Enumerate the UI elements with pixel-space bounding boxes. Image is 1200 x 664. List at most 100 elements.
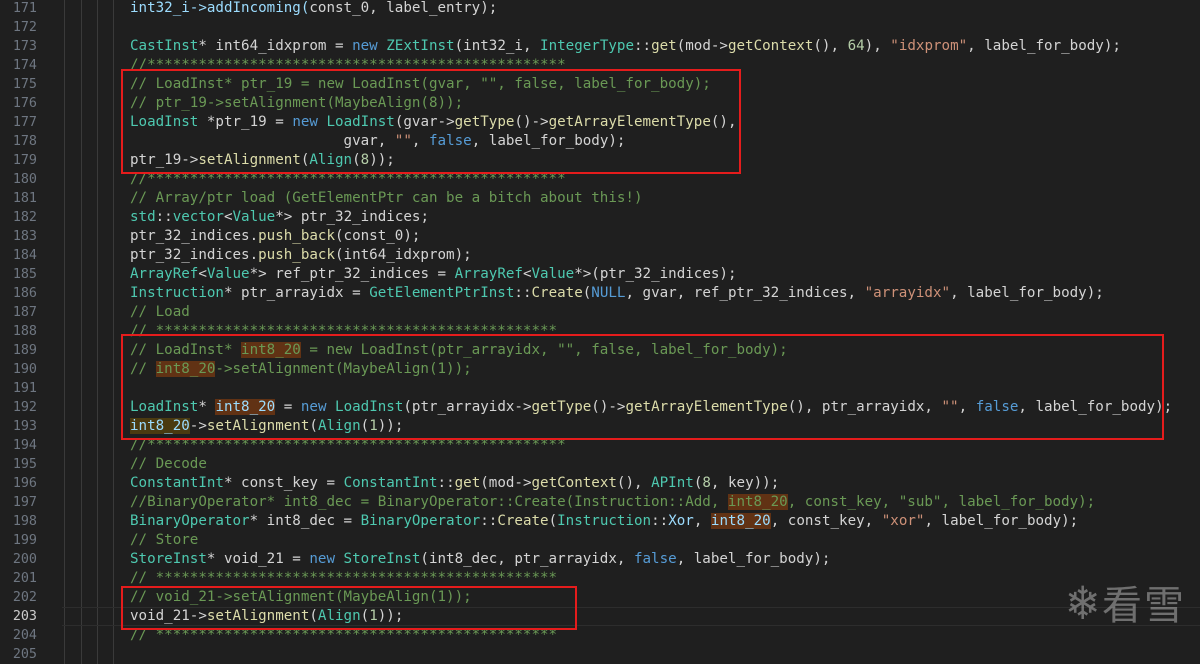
code-line[interactable]: 184 ptr_32_indices.push_back(int64_idxpro… bbox=[0, 246, 1200, 265]
indent-guide bbox=[97, 0, 98, 18]
code-line[interactable]: 175 // LoadInst* ptr_19 = new LoadInst(gv… bbox=[0, 75, 1200, 94]
code-token: false bbox=[633, 551, 677, 567]
line-number: 185 bbox=[12, 267, 37, 282]
code-token: ArrayRef bbox=[130, 266, 199, 282]
code-line[interactable]: 199 // Store bbox=[0, 531, 1200, 550]
code-line[interactable]: 195 // Decode bbox=[0, 455, 1200, 474]
indent-guide bbox=[97, 493, 98, 512]
line-number: 179 bbox=[12, 153, 37, 168]
indent-guide bbox=[97, 246, 98, 265]
code-token: ( bbox=[309, 418, 318, 434]
code-line[interactable]: 190 // int8_20->setAlignment(MaybeAlign(1… bbox=[0, 360, 1200, 379]
code-token: false bbox=[975, 399, 1019, 415]
code-token: getArrayElementType bbox=[548, 114, 711, 130]
code-text: // LoadInst* int8_20 = new LoadInst(ptr_… bbox=[130, 341, 788, 360]
code-line[interactable]: 198 BinaryOperator* int8_dec = BinaryOper… bbox=[0, 512, 1200, 531]
indent-guide bbox=[97, 170, 98, 189]
code-text: // LoadInst* ptr_19 = new LoadInst(gvar,… bbox=[130, 75, 711, 94]
code-line[interactable]: 202 // void_21->setAlignment(MaybeAlign(1… bbox=[0, 588, 1200, 607]
comment-token: // *************************************… bbox=[130, 323, 558, 339]
line-number: 180 bbox=[12, 172, 37, 187]
indent-guide bbox=[97, 417, 98, 436]
code-token: LoadInst bbox=[130, 399, 199, 415]
comment-token: //**************************************… bbox=[130, 171, 566, 187]
code-line[interactable]: 179 ptr_19->setAlignment(Align(8)); bbox=[0, 151, 1200, 170]
code-line[interactable]: 174 //***********************************… bbox=[0, 56, 1200, 75]
line-number: 187 bbox=[12, 305, 37, 320]
indent-guide bbox=[64, 588, 65, 607]
indent-guide bbox=[64, 474, 65, 493]
code-line[interactable]: 185 ArrayRef<Value*> ref_ptr_32_indices =… bbox=[0, 265, 1200, 284]
line-number: 197 bbox=[12, 495, 37, 510]
code-line[interactable]: 189 // LoadInst* int8_20 = new LoadInst(p… bbox=[0, 341, 1200, 360]
code-line[interactable]: 196 ConstantInt* const_key = ConstantInt:… bbox=[0, 474, 1200, 493]
indent-guide bbox=[97, 284, 98, 303]
code-token: ), bbox=[864, 38, 891, 54]
code-line[interactable]: 200 StoreInst* void_21 = new StoreInst(in… bbox=[0, 550, 1200, 569]
code-line[interactable]: 180 //***********************************… bbox=[0, 170, 1200, 189]
line-number: 188 bbox=[12, 324, 37, 339]
indent-guide bbox=[64, 18, 65, 37]
indent-guide bbox=[64, 151, 65, 170]
code-token: , gvar, ref_ptr_32_indices, bbox=[625, 285, 865, 301]
code-line[interactable]: 192 LoadInst* int8_20 = new LoadInst(ptr_… bbox=[0, 398, 1200, 417]
code-line[interactable]: 191 bbox=[0, 379, 1200, 398]
indent-guide bbox=[113, 436, 114, 455]
indent-guide bbox=[81, 531, 82, 550]
code-line[interactable]: 183 ptr_32_indices.push_back(const_0); bbox=[0, 227, 1200, 246]
code-token: * void_21 = bbox=[206, 551, 310, 567]
code-line[interactable]: 177 LoadInst *ptr_19 = new LoadInst(gvar-… bbox=[0, 113, 1200, 132]
code-token: (mod-> bbox=[480, 475, 532, 491]
code-token: Value bbox=[232, 209, 276, 225]
code-line[interactable]: 171 int32_i->addIncoming(const_0, label_e… bbox=[0, 0, 1200, 18]
code-line[interactable]: 188 // **********************************… bbox=[0, 322, 1200, 341]
code-token: = bbox=[275, 399, 301, 415]
code-line[interactable]: 178 gvar, "", false, label_for_body); bbox=[0, 132, 1200, 151]
code-token: setAlignment bbox=[198, 152, 301, 168]
code-editor[interactable]: 171 int32_i->addIncoming(const_0, label_e… bbox=[0, 0, 1200, 664]
indent-guide bbox=[97, 37, 98, 56]
code-line[interactable]: 182 std::vector<Value*> ptr_32_indices; bbox=[0, 208, 1200, 227]
code-token: *ptr_19 = bbox=[198, 114, 293, 130]
indent-guide bbox=[113, 37, 114, 56]
line-number: 172 bbox=[12, 20, 37, 35]
code-text: LoadInst* int8_20 = new LoadInst(ptr_arr… bbox=[130, 398, 1172, 417]
code-token: , label_for_body); bbox=[967, 38, 1121, 54]
code-line[interactable]: 201 // **********************************… bbox=[0, 569, 1200, 588]
code-text: // *************************************… bbox=[130, 626, 557, 645]
code-line[interactable]: 204 // **********************************… bbox=[0, 626, 1200, 645]
indent-guide bbox=[113, 512, 114, 531]
code-token: Align bbox=[317, 418, 361, 434]
code-token: ( bbox=[360, 608, 370, 624]
code-line[interactable]: 194 //***********************************… bbox=[0, 436, 1200, 455]
code-line[interactable]: 181 // Array/ptr load (GetElementPtr can … bbox=[0, 189, 1200, 208]
code-text: //**************************************… bbox=[130, 436, 566, 455]
indent-guide bbox=[81, 246, 82, 265]
code-token: "idxprom" bbox=[890, 38, 968, 54]
code-token: (int8_dec, ptr_arrayidx, bbox=[420, 551, 634, 567]
indent-guide bbox=[81, 341, 82, 360]
code-token: (), ptr_arrayidx, bbox=[787, 399, 942, 415]
code-text: // Decode bbox=[130, 455, 207, 474]
indent-guide bbox=[81, 0, 82, 18]
code-text: ArrayRef<Value*> ref_ptr_32_indices = Ar… bbox=[130, 265, 737, 284]
code-token: ()-> bbox=[591, 399, 626, 415]
code-line[interactable]: 176 // ptr_19->setAlignment(MaybeAlign(8)… bbox=[0, 94, 1200, 113]
code-token: int8_20 bbox=[155, 361, 216, 377]
code-text: gvar, "", false, label_for_body); bbox=[130, 132, 626, 151]
code-line[interactable]: 187 // Load bbox=[0, 303, 1200, 322]
indent-guide bbox=[81, 94, 82, 113]
code-line[interactable]: 197 //BinaryOperator* int8_dec = BinaryOp… bbox=[0, 493, 1200, 512]
indent-guide bbox=[81, 265, 82, 284]
indent-guide bbox=[64, 189, 65, 208]
code-token: APInt bbox=[651, 475, 694, 491]
indent-guide bbox=[97, 626, 98, 645]
watermark-text: 看雪 bbox=[1102, 583, 1186, 629]
code-line[interactable]: 193 int8_20->setAlignment(Align(1)); bbox=[0, 417, 1200, 436]
code-line[interactable]: 172 bbox=[0, 18, 1200, 37]
code-line[interactable]: 173 CastInst* int64_idxprom = new ZExtIns… bbox=[0, 37, 1200, 56]
code-line[interactable]: 203 void_21->setAlignment(Align(1)); bbox=[0, 607, 1200, 626]
indent-guide bbox=[64, 569, 65, 588]
code-line[interactable]: 186 Instruction* ptr_arrayidx = GetElemen… bbox=[0, 284, 1200, 303]
code-token: )); bbox=[377, 418, 404, 434]
